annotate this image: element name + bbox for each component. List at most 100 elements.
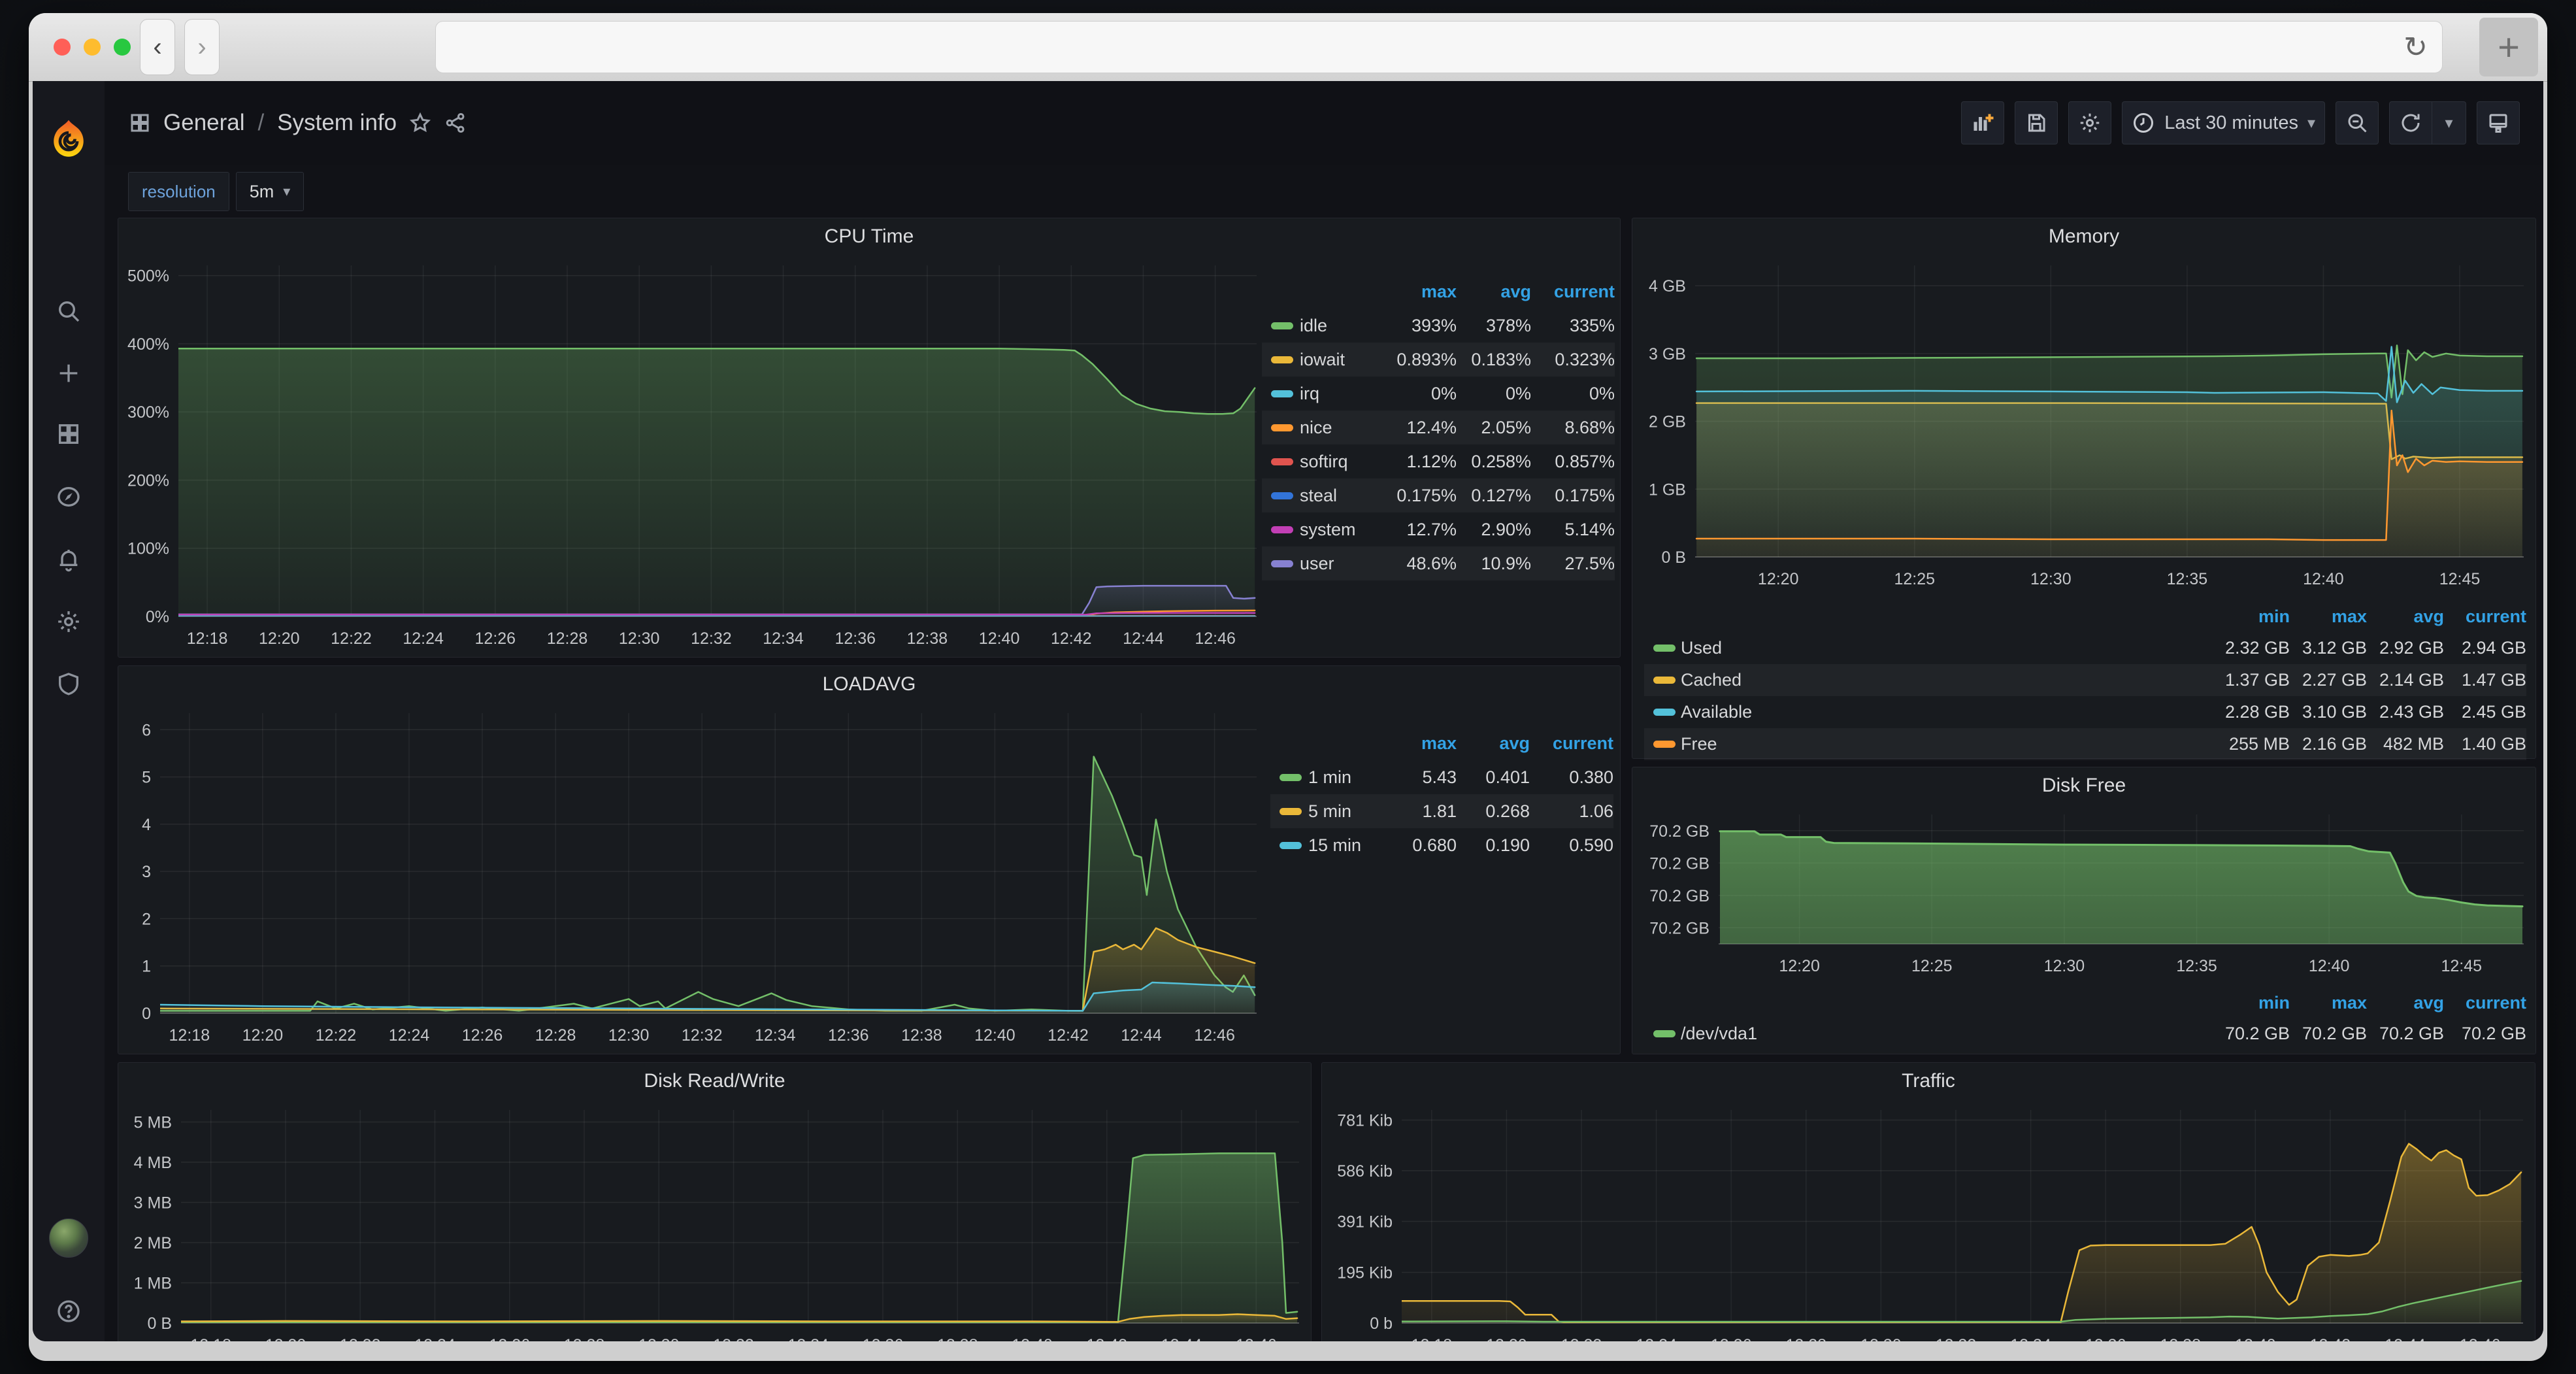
dashboard-variables-bar: resolution 5m ▾ <box>105 165 2543 218</box>
svg-text:12:22: 12:22 <box>1561 1336 1602 1341</box>
svg-text:12:30: 12:30 <box>2030 570 2072 588</box>
svg-text:12:18: 12:18 <box>187 629 228 648</box>
series-label[interactable]: 1 min <box>1308 767 1379 788</box>
svg-text:195 Kib: 195 Kib <box>1337 1264 1393 1282</box>
svg-text:12:20: 12:20 <box>265 1336 306 1341</box>
panel-memory: Memory 0 B1 GB2 GB3 GB4 GB12:2012:2512:3… <box>1632 218 2536 759</box>
variable-resolution-value[interactable]: 5m ▾ <box>236 172 305 211</box>
dashboard-settings-button[interactable] <box>2068 101 2111 144</box>
series-label[interactable]: 15 min <box>1308 835 1379 856</box>
search-icon[interactable] <box>54 297 83 326</box>
svg-text:12:45: 12:45 <box>2441 957 2482 975</box>
window-controls <box>54 39 131 56</box>
dashboards-icon[interactable] <box>54 420 83 448</box>
series-label[interactable]: softirq <box>1300 452 1377 472</box>
series-label[interactable]: Free <box>1681 734 2213 754</box>
create-plus-icon[interactable] <box>54 359 83 388</box>
series-label[interactable]: steal <box>1300 486 1377 506</box>
alerting-bell-icon[interactable] <box>54 545 83 574</box>
svg-text:12:44: 12:44 <box>2385 1336 2426 1341</box>
cpu-legend: maxavgcurrent idle393%378%335% iowait0.8… <box>1262 275 1615 580</box>
fullscreen-window-button[interactable] <box>114 39 131 56</box>
svg-text:0: 0 <box>142 1005 151 1023</box>
server-admin-shield-icon[interactable] <box>54 669 83 698</box>
svg-text:12:20: 12:20 <box>1486 1336 1527 1341</box>
series-swatch <box>1271 322 1293 329</box>
svg-text:12:36: 12:36 <box>834 629 876 648</box>
star-dashboard-icon[interactable] <box>408 111 432 135</box>
help-icon[interactable] <box>54 1297 83 1326</box>
svg-text:0 b: 0 b <box>1370 1315 1393 1333</box>
refresh-dashboard-button[interactable] <box>2389 101 2432 144</box>
svg-text:6: 6 <box>142 721 151 739</box>
series-label[interactable]: Used <box>1681 638 2213 658</box>
panel-title[interactable]: Disk Free <box>1632 767 2535 804</box>
add-panel-button[interactable] <box>1961 101 2004 144</box>
svg-text:12:35: 12:35 <box>2176 957 2217 975</box>
series-swatch <box>1653 1030 1676 1037</box>
series-swatch <box>1271 492 1293 499</box>
variable-label: resolution <box>129 173 229 210</box>
panel-title[interactable]: Disk Read/Write <box>118 1063 1311 1099</box>
svg-text:0%: 0% <box>146 608 169 626</box>
svg-text:12:20: 12:20 <box>1779 957 1820 975</box>
svg-text:12:46: 12:46 <box>1194 1026 1235 1045</box>
svg-text:1 MB: 1 MB <box>134 1274 172 1292</box>
browser-back-button[interactable]: ‹ <box>140 19 175 75</box>
panel-title[interactable]: LOADAVG <box>118 666 1620 703</box>
time-range-picker[interactable]: Last 30 minutes ▾ <box>2122 101 2325 144</box>
series-label[interactable]: Available <box>1681 702 2213 722</box>
disk-read-write-chart[interactable]: 0 B1 MB2 MB3 MB4 MB5 MB12:1812:2012:2212… <box>118 1099 1310 1341</box>
new-tab-button[interactable]: + <box>2479 18 2538 76</box>
browser-window: ‹ › ↻ + <box>29 13 2547 1361</box>
cpu-time-chart[interactable]: 0%100%200%300%400%500%12:1812:2012:2212:… <box>118 255 1267 657</box>
series-label[interactable]: nice <box>1300 418 1377 438</box>
variable-resolution: resolution <box>128 172 229 211</box>
grafana-logo[interactable] <box>50 119 87 157</box>
svg-text:70.2 GB: 70.2 GB <box>1649 887 1709 905</box>
save-dashboard-button[interactable] <box>2015 101 2058 144</box>
disk-free-chart[interactable]: 70.2 GB70.2 GB70.2 GB70.2 GB12:2012:2512… <box>1632 804 2534 984</box>
series-label[interactable]: /dev/vda1 <box>1681 1024 2213 1044</box>
breadcrumb-dashboard[interactable]: System info <box>277 110 397 136</box>
series-label[interactable]: idle <box>1300 316 1377 336</box>
series-label[interactable]: system <box>1300 520 1377 540</box>
refresh-interval-dropdown[interactable]: ▾ <box>2432 101 2466 144</box>
zoom-out-time-button[interactable] <box>2336 101 2379 144</box>
memory-chart[interactable]: 0 B1 GB2 GB3 GB4 GB12:2012:2512:3012:351… <box>1632 255 2534 597</box>
browser-forward-button[interactable]: › <box>184 19 220 75</box>
panel-title[interactable]: Traffic <box>1322 1063 2535 1099</box>
series-label[interactable]: iowait <box>1300 350 1377 370</box>
share-dashboard-icon[interactable] <box>444 111 467 135</box>
series-swatch <box>1280 774 1302 781</box>
page-reload-icon[interactable]: ↻ <box>2403 31 2428 64</box>
panel-title[interactable]: CPU Time <box>118 218 1620 255</box>
breadcrumb-folder[interactable]: General <box>163 110 245 136</box>
svg-text:12:32: 12:32 <box>691 629 732 648</box>
svg-text:500%: 500% <box>127 267 169 286</box>
svg-text:12:36: 12:36 <box>828 1026 869 1045</box>
configuration-gear-icon[interactable] <box>54 607 83 636</box>
breadcrumb-separator: / <box>258 110 265 136</box>
explore-compass-icon[interactable] <box>54 482 83 511</box>
loadavg-chart[interactable]: 012345612:1812:2012:2212:2412:2612:2812:… <box>118 703 1267 1054</box>
svg-text:12:40: 12:40 <box>974 1026 1016 1045</box>
grafana-sidebar <box>33 81 105 1341</box>
svg-text:5: 5 <box>142 769 151 787</box>
panel-title[interactable]: Memory <box>1632 218 2535 255</box>
chevron-down-icon: ▾ <box>2307 114 2315 133</box>
series-label[interactable]: Cached <box>1681 670 2213 690</box>
legend-row: idle393%378%335% <box>1262 309 1615 343</box>
svg-text:12:26: 12:26 <box>1711 1336 1752 1341</box>
svg-text:12:30: 12:30 <box>1860 1336 1902 1341</box>
cycle-view-mode-button[interactable] <box>2477 101 2520 144</box>
series-label[interactable]: user <box>1300 554 1377 574</box>
panel-traffic: Traffic 0 b195 Kib391 Kib586 Kib781 Kib1… <box>1321 1062 2535 1341</box>
series-label[interactable]: 5 min <box>1308 801 1379 822</box>
series-label[interactable]: irq <box>1300 384 1377 404</box>
address-bar[interactable]: ↻ <box>435 21 2443 73</box>
traffic-chart[interactable]: 0 b195 Kib391 Kib586 Kib781 Kib12:1812:2… <box>1322 1099 2534 1341</box>
user-avatar[interactable] <box>49 1218 88 1258</box>
minimize-window-button[interactable] <box>84 39 101 56</box>
close-window-button[interactable] <box>54 39 71 56</box>
